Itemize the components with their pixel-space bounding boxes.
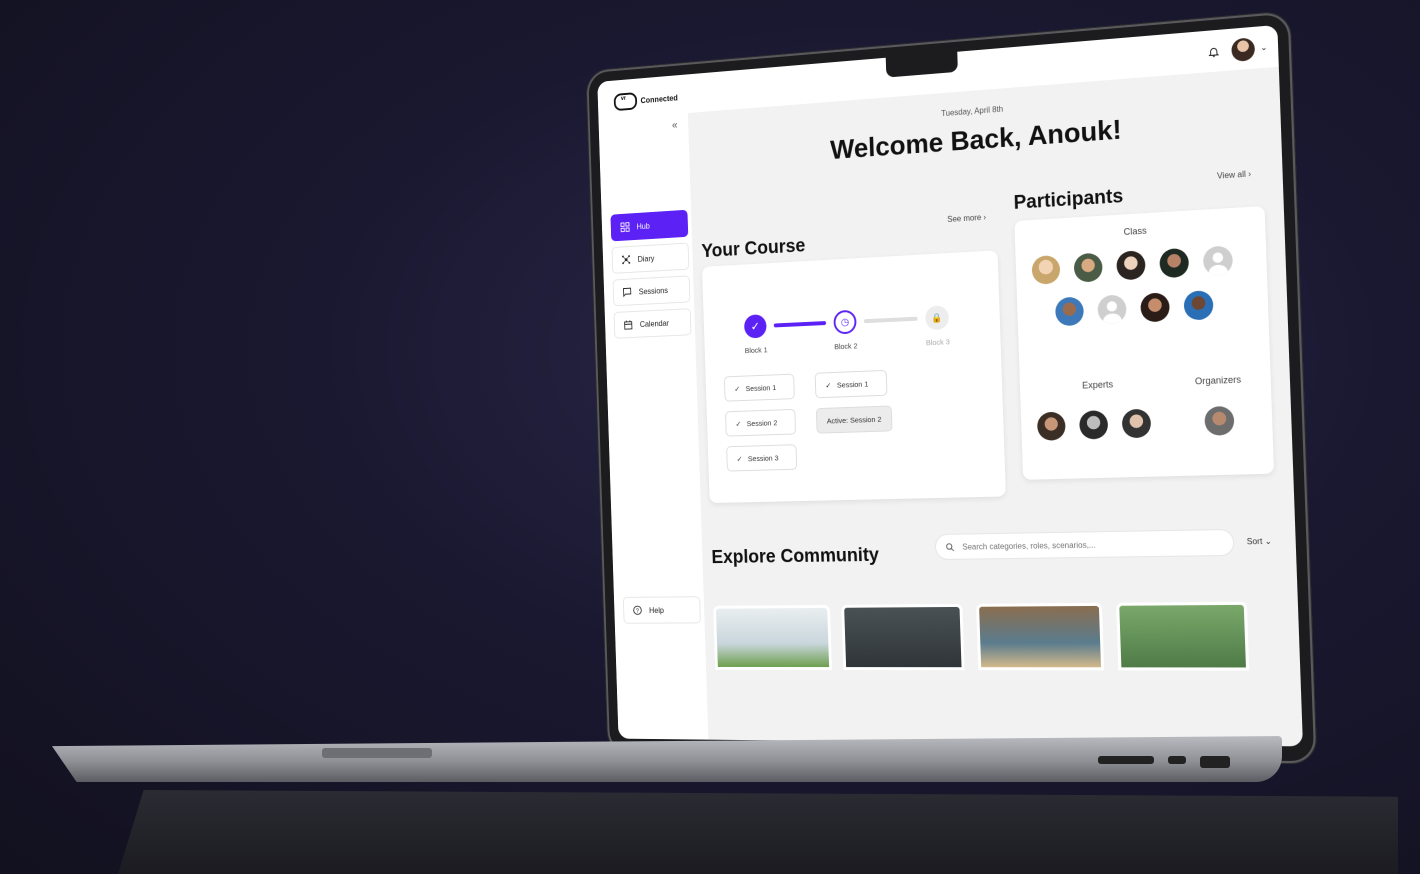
sort-dropdown[interactable]: Sort ⌄ [1247, 537, 1272, 547]
logo-text: Connected [640, 93, 678, 105]
usb-c-port [1168, 756, 1186, 764]
placeholder-avatar[interactable] [1202, 245, 1234, 277]
sidebar-item-label: Sessions [638, 285, 668, 296]
block2-session-1[interactable]: ✓ Session 1 [814, 369, 888, 399]
session-label: Active: Session 2 [826, 414, 882, 426]
sidebar-item-label: Hub [636, 221, 650, 231]
community-title: Explore Community [711, 544, 880, 569]
block-3-label: Block 3 [925, 337, 950, 348]
network-icon [622, 255, 631, 265]
see-more-link[interactable]: See more › [947, 213, 986, 224]
laptop-hinge [322, 748, 432, 758]
session-label: Session 1 [745, 382, 777, 393]
sd-card-slot [1098, 756, 1154, 764]
user-avatar[interactable] [1231, 37, 1256, 63]
check-icon: ✓ [750, 319, 761, 334]
main-content: Tuesday, April 8th Welcome Back, Anouk! … [688, 67, 1303, 747]
organizer-avatar[interactable] [1204, 405, 1235, 436]
expert-avatar[interactable] [1036, 411, 1066, 441]
sidebar-item-hub[interactable]: Hub [610, 209, 689, 242]
placeholder-avatar[interactable] [1097, 294, 1127, 325]
community-card-thumbnail[interactable] [841, 603, 965, 671]
course-card: ✓ ◷ 🔒 Block 1 Block 2 Block 3 ✓ Session … [701, 250, 1006, 504]
participant-avatar[interactable] [1183, 290, 1214, 321]
clock-icon: ◷ [840, 316, 850, 328]
search-icon [946, 542, 955, 551]
community-card-thumbnail[interactable] [976, 602, 1105, 671]
sidebar-item-label: Calendar [639, 318, 670, 329]
block1-session-1[interactable]: ✓ Session 1 [723, 373, 795, 402]
participant-avatar[interactable] [1054, 296, 1085, 327]
pedestal [118, 790, 1398, 874]
help-icon: ? [633, 605, 642, 615]
logo[interactable]: vr Connected [613, 89, 678, 112]
block1-session-2[interactable]: ✓ Session 2 [725, 408, 797, 437]
chevron-down-icon[interactable]: ⌄ [1260, 42, 1267, 52]
participant-avatar[interactable] [1031, 254, 1061, 285]
sidebar-item-diary[interactable]: Diary [611, 242, 690, 274]
search-input[interactable] [960, 537, 1208, 553]
svg-text:?: ? [636, 608, 639, 614]
chevron-right-icon: › [1248, 169, 1252, 179]
participants-title: Participants [1013, 185, 1124, 214]
block-1-label: Block 1 [744, 345, 768, 356]
grid-icon [620, 222, 629, 232]
community-card-thumbnail[interactable] [713, 604, 833, 671]
chevron-right-icon: › [983, 212, 987, 222]
view-all-label: View all [1216, 169, 1247, 181]
course-title: Your Course [701, 235, 806, 263]
expert-avatar[interactable] [1121, 408, 1152, 439]
organizers-label: Organizers [1194, 374, 1242, 387]
screen: vr Connected ⌄ « Hub Diary Sessions Cale… [597, 24, 1303, 747]
view-all-link[interactable]: View all › [1217, 169, 1251, 181]
participant-avatar[interactable] [1073, 252, 1103, 283]
block-3-step: 🔒 [924, 305, 950, 331]
sort-label: Sort [1246, 536, 1263, 547]
block-2-label: Block 2 [834, 341, 858, 352]
sidebar-item-label: Diary [637, 253, 655, 264]
laptop-lid: vr Connected ⌄ « Hub Diary Sessions Cale… [588, 13, 1315, 762]
sidebar-item-sessions[interactable]: Sessions [612, 275, 691, 307]
block-1-step[interactable]: ✓ [743, 314, 767, 339]
collapse-sidebar-icon[interactable]: « [672, 120, 678, 132]
calendar-icon [624, 320, 633, 330]
vr-headset-icon: vr [613, 92, 638, 112]
participant-avatar[interactable] [1116, 250, 1146, 281]
block-2-step[interactable]: ◷ [833, 309, 857, 335]
chevron-down-icon: ⌄ [1264, 536, 1272, 547]
logo-mark-text: vr [620, 95, 627, 102]
search-bar[interactable] [934, 528, 1235, 561]
session-label: Session 3 [747, 453, 779, 463]
sidebar-item-calendar[interactable]: Calendar [613, 308, 692, 339]
experts-label: Experts [1081, 379, 1114, 391]
scene: vr Connected ⌄ « Hub Diary Sessions Cale… [0, 0, 1420, 874]
progress-connector-2 [863, 316, 918, 324]
class-label: Class [1123, 225, 1147, 238]
help-label: Help [648, 605, 665, 615]
check-icon: ✓ [735, 419, 742, 429]
check-icon: ✓ [825, 380, 832, 390]
help-button[interactable]: ? Help [622, 596, 701, 624]
progress-connector-1 [773, 321, 827, 328]
block1-session-3[interactable]: ✓ Session 3 [726, 444, 798, 472]
check-icon: ✓ [734, 384, 741, 394]
see-more-label: See more [947, 212, 982, 225]
expert-avatar[interactable] [1078, 410, 1109, 440]
bell-icon[interactable] [1208, 46, 1219, 57]
lock-icon: 🔒 [931, 312, 943, 323]
block2-session-active[interactable]: Active: Session 2 [815, 405, 893, 434]
participant-avatar[interactable] [1140, 292, 1170, 323]
participant-avatar[interactable] [1159, 247, 1190, 279]
participants-card: Class Experts Organizers [1014, 205, 1275, 480]
session-label: Session 2 [746, 417, 778, 428]
chat-icon [623, 287, 632, 297]
hdmi-port [1200, 756, 1230, 768]
check-icon: ✓ [736, 454, 743, 464]
session-label: Session 1 [836, 379, 869, 390]
community-card-thumbnail[interactable] [1116, 601, 1250, 671]
